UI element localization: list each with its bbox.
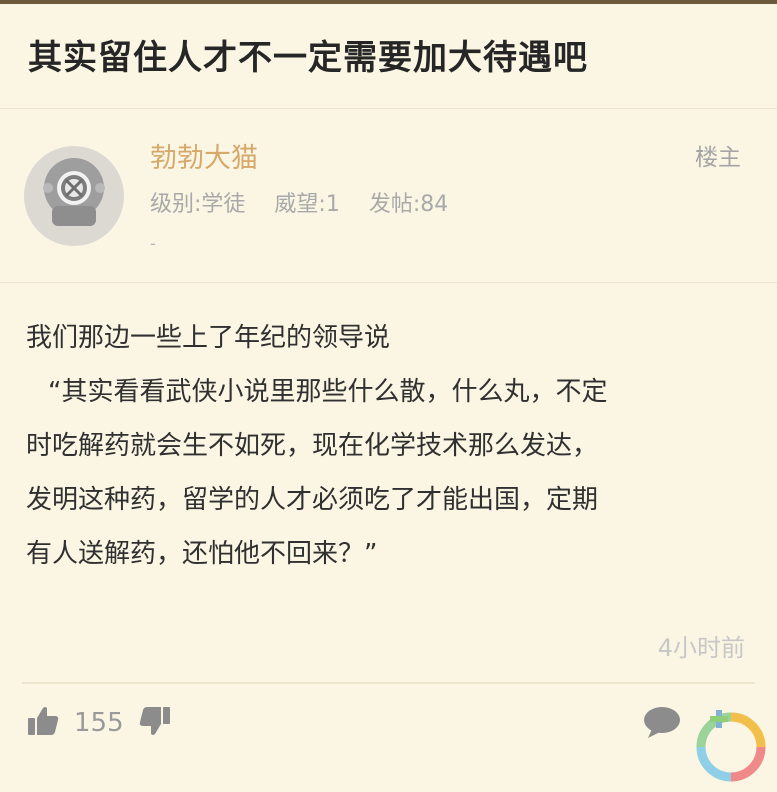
content-line: 我们那边一些上了年纪的领导说 [26,323,391,353]
author-post-count: 发帖:84 [368,192,449,217]
like-button[interactable] [26,704,60,742]
thumbs-down-icon [139,707,170,735]
post-content: 我们那边一些上了年纪的领导说 “其实看看武侠小说里那些什么散，什么丸，不定 时吃… [26,318,756,588]
author-level: 级别:学徒 [150,192,246,217]
divider [22,682,755,684]
progress-ring [690,706,772,788]
author-meta: 级别:学徒 威望:1 发帖:84 [150,186,470,218]
author-name[interactable]: 勃勃大猫 [150,136,258,175]
diving-helmet-icon [24,146,124,246]
thumbs-up-icon [28,707,59,735]
content-line: 发明这种药，留学的人才必须吃了才能出国，定期 [26,485,599,515]
author-extra: - [150,234,156,253]
content-line: 时吃解药就会生不如死，现在化学技术那么发达， [26,431,599,461]
vote-bar: 155 [26,704,172,742]
comment-icon [644,707,680,738]
dislike-button[interactable] [138,704,172,742]
post-title: 其实留住人才不一定需要加大待遇吧 [28,38,588,78]
op-badge: 楼主 [695,145,741,171]
content-line: “其实看看武侠小说里那些什么散，什么丸，不定 [48,377,608,407]
avatar[interactable] [22,144,126,248]
top-border [0,0,777,4]
post-time: 4小时前 [657,634,745,662]
like-count: 155 [74,708,124,738]
progress-ring-icon [696,710,766,782]
divider [0,282,777,283]
divider [0,108,777,109]
author-reputation: 威望:1 [274,192,340,217]
content-line: 有人送解药，还怕他不回来？” [26,539,378,569]
comment-button[interactable] [642,705,682,743]
